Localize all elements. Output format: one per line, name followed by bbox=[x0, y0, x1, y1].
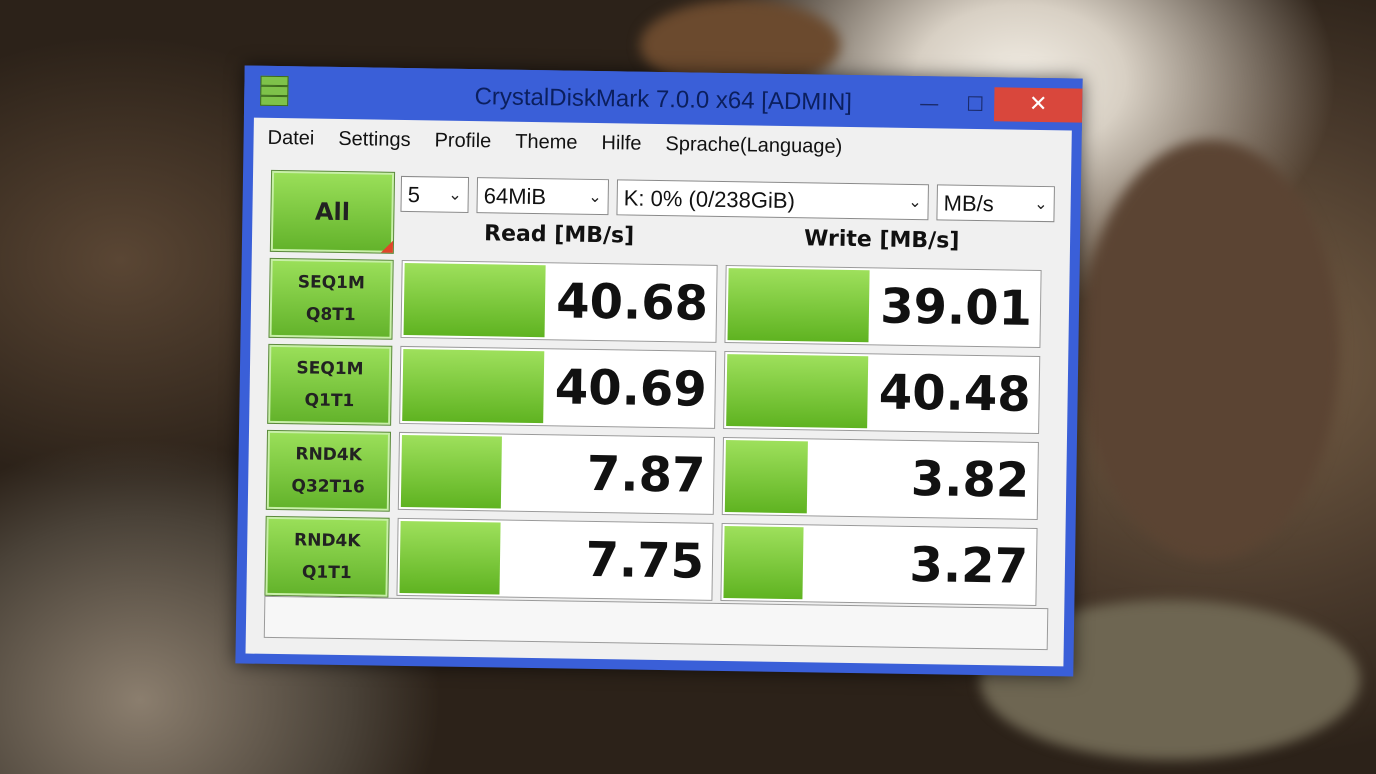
write-bar bbox=[723, 526, 804, 600]
all-button-label: All bbox=[314, 197, 351, 227]
read-value: 7.87 bbox=[586, 445, 706, 504]
chevron-down-icon: ⌄ bbox=[1034, 195, 1048, 214]
write-value: 40.48 bbox=[878, 364, 1032, 423]
write-result-cell: 3.27 bbox=[720, 523, 1038, 606]
read-value: 40.68 bbox=[555, 273, 709, 332]
menu-settings[interactable]: Settings bbox=[338, 127, 411, 151]
write-result-cell: 39.01 bbox=[724, 265, 1042, 348]
menu-profile[interactable]: Profile bbox=[434, 129, 491, 153]
read-result-cell: 7.75 bbox=[396, 517, 714, 601]
read-bar bbox=[400, 434, 503, 509]
test-size-value: 64MiB bbox=[483, 183, 547, 210]
chevron-down-icon: ⌄ bbox=[588, 188, 602, 207]
test-button-line2: Q1T1 bbox=[301, 562, 352, 584]
all-button[interactable]: All bbox=[269, 169, 396, 254]
test-button-line2: Q1T1 bbox=[304, 390, 355, 412]
unit-value: MB/s bbox=[943, 190, 994, 217]
menu-language[interactable]: Sprache(Language) bbox=[665, 133, 842, 159]
write-bar bbox=[727, 268, 870, 343]
write-result-cell: 40.48 bbox=[723, 351, 1041, 434]
unit-select[interactable]: MB/s ⌄ bbox=[936, 184, 1055, 223]
read-header: Read [MB/s] bbox=[483, 221, 635, 249]
read-result-cell: 7.87 bbox=[397, 431, 715, 515]
menu-datei[interactable]: Datei bbox=[267, 126, 314, 150]
crystaldiskmark-window: CrystalDiskMark 7.0.0 x64 [ADMIN] — ☐ ✕ … bbox=[235, 65, 1083, 677]
read-value: 40.69 bbox=[554, 359, 708, 418]
close-button[interactable]: ✕ bbox=[993, 87, 1083, 123]
write-value: 3.82 bbox=[910, 450, 1030, 509]
test-button-line1: RND4K bbox=[295, 444, 363, 466]
read-result-cell: 40.68 bbox=[400, 259, 718, 343]
test-button-line1: SEQ1M bbox=[296, 358, 364, 380]
test-button-rnd4k-q32t16[interactable]: RND4K Q32T16 bbox=[265, 429, 392, 512]
write-bar bbox=[724, 440, 808, 514]
drive-select[interactable]: K: 0% (0/238GiB) ⌄ bbox=[616, 179, 929, 221]
menu-hilfe[interactable]: Hilfe bbox=[601, 132, 641, 156]
maximize-button[interactable]: ☐ bbox=[952, 87, 999, 122]
menu-theme[interactable]: Theme bbox=[515, 130, 578, 154]
corner-indicator bbox=[380, 240, 394, 253]
test-button-line2: Q8T1 bbox=[305, 304, 356, 326]
write-bar bbox=[726, 354, 869, 429]
test-button-line2: Q32T16 bbox=[291, 476, 365, 498]
test-count-value: 5 bbox=[407, 182, 421, 208]
test-button-line1: RND4K bbox=[293, 529, 361, 552]
test-count-select[interactable]: 5 ⌄ bbox=[400, 175, 470, 213]
read-result-cell: 40.69 bbox=[399, 345, 717, 429]
drive-value: K: 0% (0/238GiB) bbox=[623, 185, 796, 214]
test-button-rnd4k-q1t1[interactable]: RND4K Q1T1 bbox=[264, 515, 390, 598]
write-header: Write [MB/s] bbox=[803, 226, 960, 254]
read-bar bbox=[403, 262, 546, 338]
read-bar bbox=[402, 348, 545, 424]
chevron-down-icon: ⌄ bbox=[448, 186, 462, 204]
chevron-down-icon: ⌄ bbox=[908, 193, 922, 212]
minimize-button[interactable]: — bbox=[906, 86, 953, 121]
read-bar bbox=[399, 520, 502, 595]
window-client: Datei Settings Profile Theme Hilfe Sprac… bbox=[245, 117, 1072, 667]
write-result-cell: 3.82 bbox=[721, 437, 1039, 520]
read-value: 7.75 bbox=[585, 531, 705, 590]
test-size-select[interactable]: 64MiB ⌄ bbox=[476, 177, 610, 216]
test-button-seq1m-q8t1[interactable]: SEQ1M Q8T1 bbox=[268, 257, 394, 340]
background-figure bbox=[1080, 140, 1340, 560]
write-value: 3.27 bbox=[909, 536, 1029, 595]
write-value: 39.01 bbox=[879, 278, 1033, 337]
test-button-seq1m-q1t1[interactable]: SEQ1M Q1T1 bbox=[267, 343, 393, 426]
test-button-line1: SEQ1M bbox=[297, 272, 366, 294]
